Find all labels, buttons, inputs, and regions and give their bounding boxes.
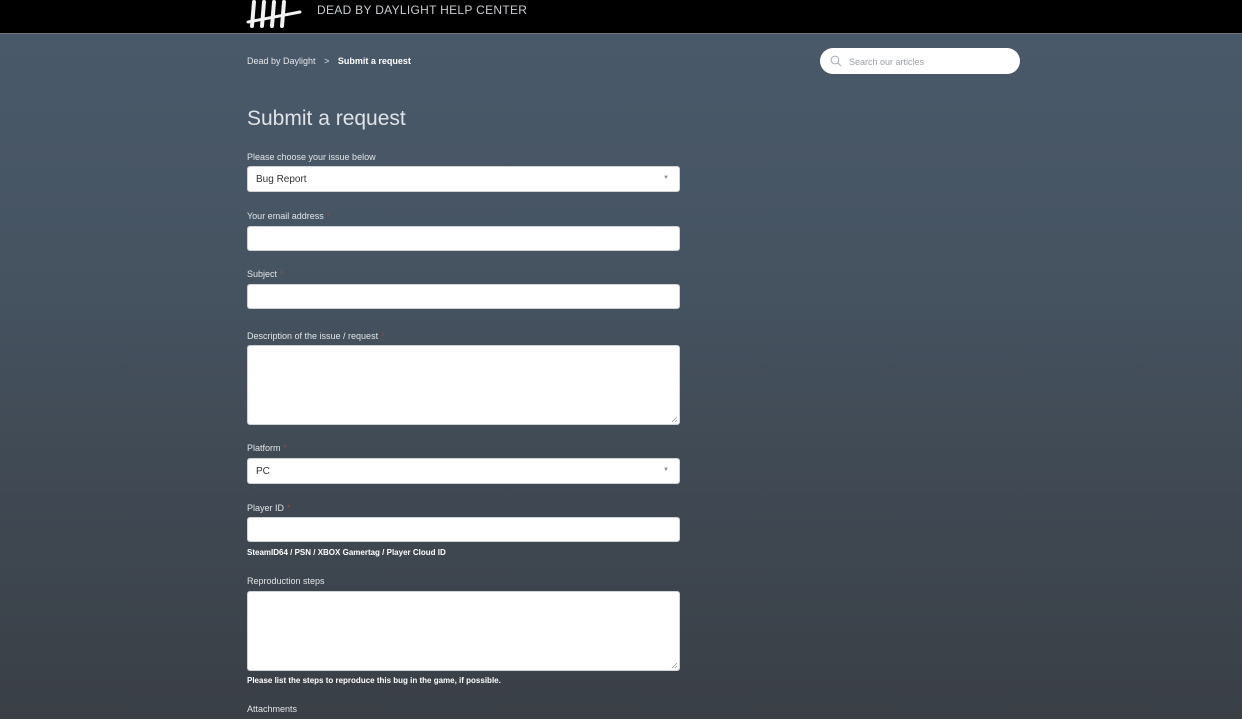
repro-textarea[interactable] [247, 591, 680, 671]
description-label-text: Description of the issue / request [247, 331, 379, 341]
subject-label-text: Subject [247, 269, 278, 279]
platform-select[interactable]: PC ▼ [247, 458, 680, 484]
breadcrumb-current: Submit a request [337, 56, 411, 66]
breadcrumb-home-link[interactable]: Dead by Daylight [247, 56, 316, 66]
search-input[interactable] [847, 52, 1016, 72]
repro-label-text: Reproduction steps [247, 576, 325, 586]
logo-icon[interactable] [246, 0, 306, 30]
platform-label-text: Platform [247, 443, 281, 453]
resize-handle-icon[interactable] [671, 662, 678, 669]
attachments-label-text: Attachments [247, 704, 298, 714]
email-label-text: Your email address [247, 211, 324, 221]
required-mark: * [280, 269, 284, 279]
description-textarea[interactable] [247, 345, 680, 425]
search-icon [830, 55, 842, 67]
repro-hint: Please list the steps to reproduce this … [247, 676, 501, 685]
site-title[interactable]: DEAD BY DAYLIGHT HELP CENTER [317, 3, 527, 17]
resize-handle-icon[interactable] [671, 416, 678, 423]
issue-label-text: Please choose your issue below [247, 152, 376, 162]
subject-field[interactable] [247, 284, 680, 309]
platform-label: Platform * [247, 443, 287, 453]
player-id-field[interactable] [247, 517, 680, 542]
platform-select-value: PC [256, 466, 270, 477]
issue-select[interactable]: Bug Report ▼ [247, 166, 680, 192]
player-id-hint: SteamID64 / PSN / XBOX Gamertag / Player… [247, 548, 446, 557]
player-id-label: Player ID * [247, 503, 291, 513]
attachments-label: Attachments [247, 704, 297, 714]
top-bar: DEAD BY DAYLIGHT HELP CENTER [0, 0, 1242, 34]
search-box[interactable] [820, 48, 1020, 74]
email-label: Your email address * [247, 211, 330, 221]
issue-label: Please choose your issue below [247, 152, 376, 162]
chevron-down-icon: ▼ [663, 175, 669, 181]
issue-select-value: Bug Report [256, 174, 307, 185]
chevron-down-icon: ▼ [663, 467, 669, 473]
page-title: Submit a request [247, 107, 406, 130]
required-mark: * [283, 443, 288, 453]
breadcrumb-separator: > [324, 56, 330, 66]
breadcrumb: Dead by Daylight > Submit a request [247, 56, 411, 66]
required-mark: * [326, 211, 331, 221]
subject-label: Subject * [247, 269, 284, 279]
repro-label: Reproduction steps [247, 576, 325, 586]
description-label: Description of the issue / request * [247, 331, 385, 341]
email-field[interactable] [247, 226, 680, 251]
player-id-label-text: Player ID [247, 503, 285, 513]
required-mark: * [287, 503, 291, 513]
required-mark: * [381, 331, 385, 341]
